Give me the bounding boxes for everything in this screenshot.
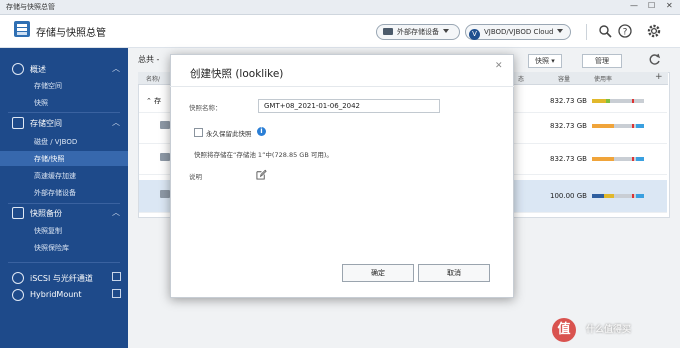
app-header: 存储与快照总管 外部存储设备 V VJBOD/VJBOD Cloud ? <box>0 15 680 48</box>
sidebar-link-label: HybridMount <box>30 290 82 299</box>
window-title-bar: 存储与快照总管 — ☐ ✕ <box>0 0 680 15</box>
drive-icon <box>383 28 393 35</box>
external-storage-label: 外部存储设备 <box>397 28 439 36</box>
sidebar-item-disks-vjbod[interactable]: 磁盘 / VJBOD <box>0 134 128 149</box>
add-column-icon[interactable]: + <box>655 72 663 82</box>
settings-icon[interactable] <box>646 23 662 39</box>
vjbod-icon: V <box>469 29 480 40</box>
header-divider <box>586 24 587 40</box>
snapshot-name-label: 快照名称： <box>189 104 222 112</box>
sidebar-item-label: 存储/快照 <box>34 155 65 163</box>
hybridmount-icon <box>12 289 24 301</box>
sidebar-section-snapshot-backup[interactable]: 快照备份 ︿ <box>0 204 128 222</box>
close-icon[interactable]: ✕ <box>495 61 503 71</box>
snapshot-name-input[interactable] <box>258 99 440 113</box>
sidebar-link-label: iSCSI 与光纤通道 <box>30 274 93 283</box>
external-storage-dropdown[interactable]: 外部存储设备 <box>376 24 460 40</box>
sidebar-section-overview[interactable]: 概述 ︿ <box>0 60 128 78</box>
column-status[interactable]: 态 <box>518 74 524 83</box>
description-label: 说明 <box>189 173 202 181</box>
total-label: 总共 - <box>138 55 160 64</box>
usage-bar <box>592 194 644 198</box>
sidebar-item-label: 快照保险库 <box>34 244 69 252</box>
sidebar-item-label: 存储空间 <box>34 82 62 90</box>
folder-icon <box>160 153 170 161</box>
close-window-icon[interactable]: ✕ <box>666 1 673 10</box>
refresh-icon[interactable] <box>648 53 661 66</box>
capacity-cell: 832.73 GB <box>550 122 587 130</box>
dashboard-icon <box>12 63 24 75</box>
sidebar-divider <box>8 112 120 113</box>
capacity-cell: 100.00 GB <box>550 192 587 200</box>
usage-bar <box>592 99 644 103</box>
search-icon[interactable] <box>598 24 612 38</box>
capacity-cell: 832.73 GB <box>550 155 587 163</box>
chevron-down-icon <box>443 29 449 33</box>
capacity-cell: 832.73 GB <box>550 97 587 105</box>
chevron-up-icon: ︿ <box>112 64 120 73</box>
sidebar-divider <box>8 262 120 263</box>
keep-forever-checkbox[interactable] <box>194 128 203 137</box>
sidebar-item-label: 高速缓存加速 <box>34 172 76 180</box>
storage-note: 快照将存储在“存储池 1”中(728.85 GB 可用)。 <box>194 151 333 159</box>
app-title: 存储与快照总管 <box>36 28 106 39</box>
dialog-title: 创建快照 (looklike) <box>190 68 284 80</box>
sidebar-item-external-storage[interactable]: 外部存储设备 <box>0 185 128 200</box>
sidebar-item-cache-acceleration[interactable]: 高速缓存加速 <box>0 168 128 183</box>
column-usage[interactable]: 使用率 <box>594 74 612 83</box>
external-link-icon <box>112 272 121 281</box>
manage-button-label: 管理 <box>595 57 609 65</box>
storage-app-icon <box>14 21 30 37</box>
minimize-icon[interactable]: — <box>630 1 638 10</box>
folder-icon <box>160 121 170 129</box>
ok-button[interactable]: 确定 <box>342 264 414 282</box>
chevron-up-icon: ︿ <box>112 208 120 217</box>
vjbod-dropdown[interactable]: V VJBOD/VJBOD Cloud <box>465 24 571 40</box>
sidebar-item-label: 磁盘 / VJBOD <box>34 138 78 146</box>
maximize-icon[interactable]: ☐ <box>648 1 655 10</box>
sidebar-item-snapshot[interactable]: 快照 <box>0 95 128 110</box>
sidebar-link-iscsi[interactable]: iSCSI 与光纤通道 <box>0 269 128 287</box>
usage-bar <box>592 124 644 128</box>
iscsi-icon <box>12 272 24 284</box>
sidebar-item-label: 快照复制 <box>34 227 62 235</box>
chevron-down-icon <box>557 29 564 33</box>
storage-icon <box>12 117 24 129</box>
column-capacity[interactable]: 容量 <box>558 74 570 83</box>
keep-forever-label[interactable]: 永久保留此快照 <box>206 128 252 138</box>
snapshot-button[interactable]: 快照 ▾ <box>528 54 562 68</box>
window-title: 存储与快照总管 <box>6 3 55 11</box>
sidebar-item-snapshot-replica[interactable]: 快照复制 <box>0 223 128 238</box>
watermark-text: 什么值得买 <box>586 325 632 335</box>
backup-icon <box>12 207 24 219</box>
vjbod-label: VJBOD/VJBOD Cloud <box>484 28 554 36</box>
sidebar-section-label: 概述 <box>30 65 46 74</box>
sidebar-section-label: 存储空间 <box>30 119 62 128</box>
sidebar-item-label: 快照 <box>34 99 48 107</box>
column-name[interactable]: 名称/ <box>146 74 160 83</box>
sidebar-section-label: 快照备份 <box>30 209 62 218</box>
external-link-icon <box>112 289 121 298</box>
snapshot-button-label: 快照 <box>535 57 549 65</box>
sidebar-item-storage-space[interactable]: 存储空间 <box>0 78 128 93</box>
info-icon[interactable]: i <box>257 127 266 136</box>
manage-button[interactable]: 管理 <box>582 54 622 68</box>
chevron-up-icon: ︿ <box>112 118 120 127</box>
sidebar-link-hybridmount[interactable]: HybridMount <box>0 286 128 304</box>
folder-icon <box>160 190 170 198</box>
edit-icon[interactable] <box>256 169 267 180</box>
watermark-logo: 值 <box>552 318 576 342</box>
sidebar-item-snapshot-vault[interactable]: 快照保险库 <box>0 240 128 255</box>
usage-bar <box>592 157 644 161</box>
sidebar-section-storage[interactable]: 存储空间 ︿ <box>0 114 128 132</box>
sidebar-item-storage-snapshots[interactable]: 存储/快照 <box>0 151 128 166</box>
svg-text:?: ? <box>623 28 628 38</box>
dialog-divider <box>170 86 514 87</box>
sidebar-item-label: 外部存储设备 <box>34 189 76 197</box>
cancel-button[interactable]: 取消 <box>418 264 490 282</box>
help-icon[interactable]: ? <box>618 24 632 38</box>
create-snapshot-dialog <box>170 54 514 298</box>
